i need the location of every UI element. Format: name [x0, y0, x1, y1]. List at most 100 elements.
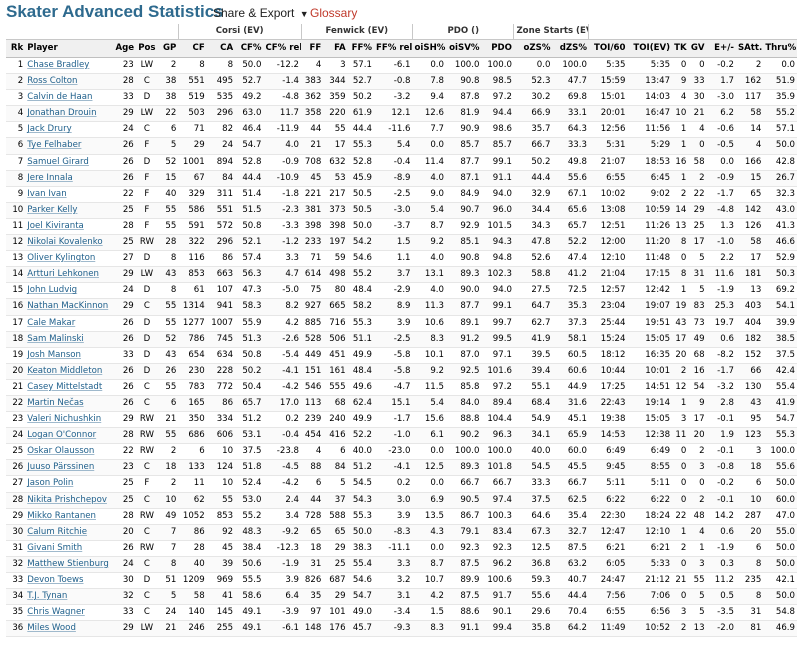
player-link[interactable]: Devon Toews	[25, 572, 114, 590]
cell-ff: 50.0	[347, 218, 374, 236]
player-link[interactable]: Mikko Rantanen	[25, 508, 114, 525]
cell-oisv: 87.1	[445, 170, 482, 187]
column-header-oish[interactable]: oiSH%	[412, 39, 446, 58]
cell-pdo: 83.4	[481, 524, 514, 541]
player-link[interactable]: Ross Colton	[25, 73, 114, 91]
player-link[interactable]: Nathan MacKinnon	[25, 298, 114, 316]
share-export-button[interactable]: Share & Export ▼	[213, 6, 309, 20]
cell-cf: 55.5	[235, 572, 264, 590]
share-export-label: Share & Export	[213, 6, 295, 20]
cell-ff: 88	[301, 459, 324, 477]
cell-cf: 65.7	[235, 395, 264, 413]
cell-age: 26	[113, 137, 136, 155]
player-link[interactable]: Chris Wagner	[25, 604, 114, 622]
player-link[interactable]: Oskar Olausson	[25, 443, 114, 461]
column-header-toi-ev[interactable]: TOI(EV)	[627, 39, 673, 58]
cell-cf-rel: 4.0	[263, 137, 301, 155]
player-link[interactable]: Givani Smith	[25, 540, 114, 557]
column-header-pdo[interactable]: PDO	[481, 39, 514, 58]
column-header-ff-rel[interactable]: FF% rel	[373, 39, 413, 58]
cell-toi-ev: 18:53	[627, 154, 673, 171]
column-header-cf[interactable]: CF	[178, 39, 207, 58]
player-link[interactable]: Samuel Girard	[25, 154, 114, 171]
player-link[interactable]: Josh Manson	[25, 347, 114, 364]
player-link[interactable]: Logan O'Connor	[25, 427, 114, 445]
player-link[interactable]: Cale Makar	[25, 315, 114, 332]
player-link[interactable]: Chase Bradley	[25, 57, 114, 75]
player-link[interactable]: Casey Mittelstadt	[25, 379, 114, 396]
cell-ff-rel: -4.1	[373, 459, 413, 477]
player-link[interactable]: Martin Nečas	[25, 395, 114, 413]
column-header-cf-rel[interactable]: CF% rel	[263, 39, 301, 58]
cell-ff: 57.1	[347, 57, 374, 75]
column-header-gp[interactable]: GP	[158, 39, 179, 58]
cell-pos: D	[135, 89, 159, 107]
column-header-thru[interactable]: Thru%	[763, 39, 797, 58]
cell-toi-60: 12:57	[588, 282, 628, 300]
cell-fa: 80	[323, 282, 348, 300]
player-link[interactable]: Jack Drury	[25, 121, 114, 139]
cell-gv: 2	[688, 170, 707, 187]
column-header-ca[interactable]: CA	[206, 39, 236, 58]
cell-cf-rel: -12.3	[263, 540, 301, 557]
column-header-cf[interactable]: CF%	[235, 39, 264, 58]
cell-rk: 20	[6, 363, 26, 380]
player-link[interactable]: Valeri Nichushkin	[25, 411, 114, 429]
column-header-oisv[interactable]: oiSV%	[445, 39, 482, 58]
player-link[interactable]: Jere Innala	[25, 170, 114, 187]
cell-ozs: 34.1	[513, 427, 553, 445]
cell-ozs: 52.3	[513, 73, 553, 91]
player-link[interactable]: Tye Felhaber	[25, 137, 114, 155]
cell-ff: 148	[301, 620, 324, 638]
player-link[interactable]: Nikolai Kovalenko	[25, 234, 114, 252]
cell-ca: 86	[206, 250, 236, 268]
cell-ff: 35	[301, 588, 324, 606]
player-link[interactable]: Joel Kiviranta	[25, 218, 114, 236]
column-header-satt[interactable]: SAtt.	[735, 39, 764, 58]
player-link[interactable]: Ivan Ivan	[25, 186, 114, 203]
player-link[interactable]: John Ludvig	[25, 282, 114, 300]
cell-cf: 37.5	[235, 443, 264, 461]
player-link[interactable]: Matthew Stienburg	[25, 556, 114, 574]
cell-ff: 55.3	[347, 137, 374, 155]
player-link[interactable]: Nikita Prishchepov	[25, 492, 114, 509]
player-link[interactable]: Miles Wood	[25, 620, 114, 638]
column-header-rk[interactable]: Rk	[6, 39, 26, 58]
player-link[interactable]: Artturi Lehkonen	[25, 266, 114, 284]
column-header-toi-60[interactable]: TOI/60	[588, 39, 628, 58]
cell-dzs: 55.6	[552, 170, 589, 187]
cell-pdo: 94.0	[481, 282, 514, 300]
column-header-pos[interactable]: Pos	[135, 39, 159, 58]
column-header-fa[interactable]: FA	[323, 39, 348, 58]
column-header-ff[interactable]: FF%	[347, 39, 374, 58]
cell-pos: LW	[135, 266, 159, 284]
player-link[interactable]: Calum Ritchie	[25, 524, 114, 541]
cell-ff: 54.6	[347, 250, 374, 268]
cell-ff: 113	[301, 395, 324, 413]
player-link[interactable]: T.J. Tynan	[25, 588, 114, 606]
column-header-player[interactable]: Player	[25, 39, 114, 58]
player-link[interactable]: Jason Polin	[25, 475, 114, 493]
player-link[interactable]: Parker Kelly	[25, 202, 114, 219]
cell-toi-ev: 7:06	[627, 588, 673, 606]
column-header-ff[interactable]: FF	[301, 39, 324, 58]
player-link[interactable]: Sam Malinski	[25, 331, 114, 348]
column-header-dzs[interactable]: dZS%	[552, 39, 589, 58]
column-header-age[interactable]: Age	[113, 39, 136, 58]
player-link[interactable]: Keaton Middleton	[25, 363, 114, 380]
cell-ff: 48.4	[347, 363, 374, 380]
player-link[interactable]: Oliver Kylington	[25, 250, 114, 268]
glossary-link[interactable]: Glossary	[310, 6, 357, 20]
column-header-tk[interactable]: TK	[672, 39, 689, 58]
player-link[interactable]: Calvin de Haan	[25, 89, 114, 107]
column-header-gv[interactable]: GV	[688, 39, 707, 58]
cell-age: 33	[113, 604, 136, 622]
cell-cf: 50.6	[235, 556, 264, 574]
player-link[interactable]: Jonathan Drouin	[25, 105, 114, 123]
cell-ozs: 59.3	[513, 572, 553, 590]
player-link[interactable]: Juuso Pärssinen	[25, 459, 114, 477]
column-header-e[interactable]: E+/-	[706, 39, 736, 58]
column-header-ozs[interactable]: oZS%	[513, 39, 553, 58]
cell-cf: 52.8	[235, 154, 264, 171]
cell-ca: 311	[206, 186, 236, 203]
